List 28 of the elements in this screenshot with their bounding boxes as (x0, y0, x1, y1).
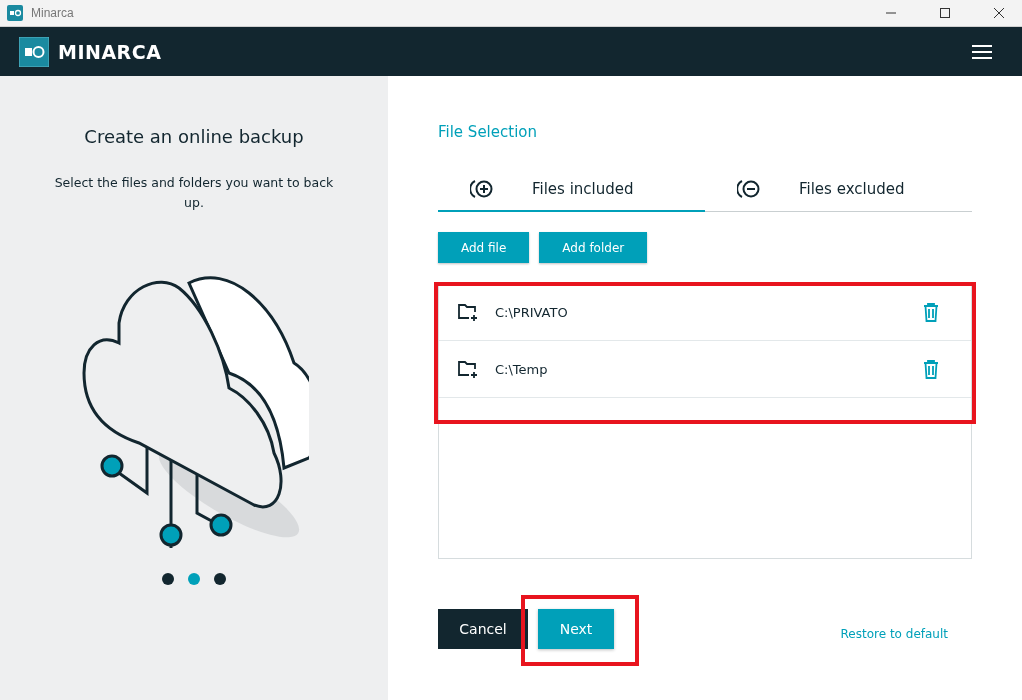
tab[interactable]: Files included (438, 167, 705, 212)
circle-plus-icon (470, 178, 494, 199)
folder-plus-icon (457, 359, 479, 379)
window-title: Minarca (31, 6, 75, 20)
intro-text: Select the files and folders you want to back up. (54, 174, 334, 212)
cancel-button[interactable]: Cancel (438, 609, 528, 649)
brand-logo-icon (19, 36, 49, 67)
page-dot[interactable] (162, 573, 174, 585)
folder-plus-icon (457, 302, 479, 322)
close-icon (994, 8, 1004, 18)
brand-name: MINARCA (58, 40, 163, 63)
add-button[interactable]: Add file (438, 232, 530, 263)
file-path: C:\Temp (495, 361, 549, 377)
menu-icon[interactable] (972, 43, 992, 60)
add-button[interactable]: Add folder (539, 232, 648, 263)
next-button[interactable]: Next (538, 609, 614, 649)
section-title: File Selection (438, 123, 538, 141)
delete-icon[interactable] (923, 302, 939, 322)
tab[interactable]: Files excluded (705, 167, 972, 212)
maximize-icon (940, 8, 950, 18)
file-path: C:\PRIVATO (495, 304, 569, 320)
circle-minus-icon (737, 178, 761, 199)
page-dot[interactable] (188, 573, 200, 585)
delete-icon[interactable] (923, 359, 939, 379)
intro-title: Create an online backup (84, 126, 304, 147)
restore-default-link[interactable]: Restore to default (840, 627, 948, 641)
page-dot[interactable] (214, 573, 226, 585)
app-logo-icon (7, 5, 23, 21)
